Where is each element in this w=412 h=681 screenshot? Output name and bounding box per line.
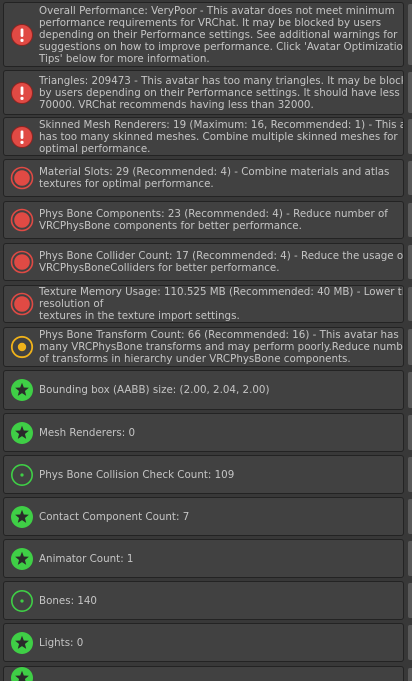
row-side-button[interactable] — [408, 541, 412, 576]
row-side-button[interactable] — [408, 4, 412, 65]
message-row: Triangles: 209473 - This avatar has too … — [3, 70, 404, 115]
star-icon — [10, 631, 34, 655]
row-side-button[interactable] — [408, 415, 412, 450]
message-row: Animator Count: 1 — [3, 539, 404, 578]
message-text: Lights: 0 — [39, 636, 84, 649]
exclamation-icon — [10, 125, 34, 149]
message-text: Phys Bone Collider Count: 17 (Recommende… — [39, 250, 404, 274]
star-icon — [10, 505, 34, 529]
exclamation-icon — [10, 81, 34, 105]
star-icon — [10, 421, 34, 445]
red-circle-icon — [10, 166, 34, 190]
red-circle-icon — [10, 292, 34, 316]
message-text: Contact Component Count: 7 — [39, 510, 190, 523]
row-side-button[interactable] — [408, 161, 412, 195]
exclamation-icon — [10, 23, 34, 47]
row-side-button[interactable] — [408, 625, 412, 660]
performance-messages-panel: Overall Performance: VeryPoor - This ava… — [0, 0, 412, 681]
star-icon — [10, 667, 34, 681]
message-row: Material Slots: 29 (Recommended: 4) - Co… — [3, 159, 404, 197]
message-text: Texture Memory Usage: 110.525 MB (Recomm… — [39, 286, 403, 322]
message-row: Phys Bone Collision Check Count: 109 — [3, 455, 404, 494]
dot-ring-icon — [10, 589, 34, 613]
message-text: Bounding box (AABB) size: (2.00, 2.04, 2… — [39, 384, 270, 396]
message-text: Phys Bone Components: 23 (Recommended: 4… — [39, 208, 388, 232]
message-text: Triangles: 209473 - This avatar has too … — [39, 74, 403, 111]
message-row: Lights: 0 — [3, 623, 404, 662]
row-side-button[interactable] — [408, 119, 412, 154]
dot-ring-icon — [10, 463, 34, 487]
row-side-button[interactable] — [408, 72, 412, 113]
row-side-button[interactable] — [408, 287, 412, 321]
message-text: Overall Performance: VeryPoor - This ava… — [39, 4, 404, 65]
message-row: Overall Performance: VeryPoor - This ava… — [3, 2, 404, 67]
message-text: Bones: 140 — [39, 594, 97, 607]
message-row: Skinned Mesh Renderers: 19 (Maximum: 16,… — [3, 117, 404, 156]
row-side-button[interactable] — [408, 583, 412, 618]
row-side-button[interactable] — [408, 668, 412, 681]
message-row: Texture Memory Usage: 110.525 MB (Recomm… — [3, 285, 404, 323]
message-text: Material Slots: 29 (Recommended: 4) - Co… — [39, 166, 390, 190]
message-row: Phys Bone Collider Count: 17 (Recommende… — [3, 243, 404, 281]
red-circle-icon — [10, 208, 34, 232]
message-text: Animator Count: 1 — [39, 552, 134, 565]
row-side-button[interactable] — [408, 457, 412, 492]
message-text: Phys Bone Transform Count: 66 (Recommend… — [39, 329, 403, 365]
row-side-button[interactable] — [408, 203, 412, 237]
message-row: Phys Bone Transform Count: 66 (Recommend… — [3, 327, 404, 367]
message-row — [3, 666, 404, 681]
message-row: Bones: 140 — [3, 581, 404, 620]
row-side-button[interactable] — [408, 499, 412, 534]
star-icon — [10, 378, 34, 402]
message-text: Skinned Mesh Renderers: 19 (Maximum: 16,… — [39, 118, 403, 155]
message-row: Mesh Renderers: 0 — [3, 413, 404, 452]
yellow-ring-icon — [10, 335, 34, 359]
message-text: Mesh Renderers: 0 — [39, 426, 136, 439]
row-side-button[interactable] — [408, 245, 412, 279]
message-row: Contact Component Count: 7 — [3, 497, 404, 536]
row-side-button[interactable] — [408, 329, 412, 365]
row-side-button[interactable] — [408, 372, 412, 408]
message-row: Bounding box (AABB) size: (2.00, 2.04, 2… — [3, 370, 404, 410]
message-row: Phys Bone Components: 23 (Recommended: 4… — [3, 201, 404, 239]
star-icon — [10, 547, 34, 571]
message-text: Phys Bone Collision Check Count: 109 — [39, 468, 235, 481]
red-circle-icon — [10, 250, 34, 274]
